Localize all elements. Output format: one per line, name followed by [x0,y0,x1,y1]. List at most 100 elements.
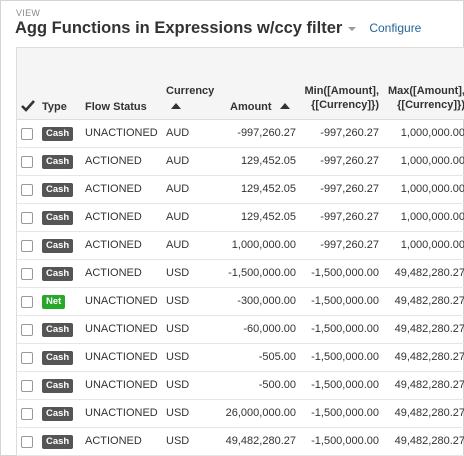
type-badge: Cash [42,267,74,281]
amount-cell: 1,000,000.00 [231,239,296,251]
currency-sort-asc-icon[interactable] [171,103,181,109]
flow-status-cell: UNACTIONED [85,379,158,391]
row-checkbox[interactable] [21,352,33,364]
flow-status-cell: ACTIONED [85,435,142,447]
currency-cell: USD [166,295,190,307]
row-checkbox[interactable] [21,268,33,280]
column-header-amount[interactable]: Amount [230,101,272,113]
max-amount-cell: 49,482,280.27 [394,267,464,279]
view-dropdown-caret-icon[interactable] [348,27,357,31]
amount-cell: 129,452.05 [240,155,296,167]
amount-cell: 129,452.05 [240,183,296,195]
amount-cell: 26,000,000.00 [225,407,296,419]
table-row[interactable]: Net UNACTIONED USD -300,000.00 -1,500,000.00… [17,288,464,316]
flow-status-cell: UNACTIONED [85,407,158,419]
row-checkbox[interactable] [21,128,33,140]
max-amount-cell: 49,482,280.27 [394,435,464,447]
min-amount-cell: -1,500,000.00 [311,407,379,419]
row-checkbox[interactable] [21,408,33,420]
amount-cell: -505.00 [258,351,296,363]
table-row[interactable]: Cash UNACTIONED USD -60,000.00 -1,500,000.00… [17,316,464,344]
table-row[interactable]: Cash UNACTIONED USD -505.00 -1,500,000.00 49,… [17,344,464,372]
type-badge: Cash [42,435,74,449]
max-amount-cell: 49,482,280.27 [394,323,464,335]
currency-cell: USD [166,379,190,391]
currency-cell: USD [166,351,190,363]
row-checkbox[interactable] [21,184,33,196]
column-header-flow-status[interactable]: Flow Status [85,101,147,113]
max-amount-cell: 49,482,280.27 [394,295,464,307]
currency-cell: AUD [166,183,190,195]
max-amount-cell: 49,482,280.27 [394,379,464,391]
table-row[interactable]: Cash UNACTIONED USD -500.00 -1,500,000.00 49,… [17,372,464,400]
configure-link[interactable]: Configure [369,21,421,35]
max-amount-cell: 1,000,000.00 [400,211,464,223]
amount-cell: 129,452.05 [240,211,296,223]
max-amount-cell: 1,000,000.00 [400,127,464,139]
table-row[interactable]: Cash ACTIONED AUD 129,452.05 -997,260.27 1,00… [17,204,464,232]
amount-cell: -60,000.00 [243,323,296,335]
type-badge: Cash [42,323,74,337]
type-badge: Cash [42,407,74,421]
min-header-line1: Min([Amount], [304,85,379,97]
currency-cell: USD [166,323,190,335]
currency-cell: USD [166,435,190,447]
min-amount-cell: -1,500,000.00 [311,351,379,363]
view-title[interactable]: Agg Functions in Expressions w/ccy filte… [15,19,342,38]
table-row[interactable]: Cash ACTIONED AUD 1,000,000.00 -997,260.27 1,… [17,232,464,260]
table-row[interactable]: Cash ACTIONED AUD 129,452.05 -997,260.27 1,00… [17,148,464,176]
currency-cell: AUD [166,211,190,223]
row-checkbox[interactable] [21,212,33,224]
title-row: Agg Functions in Expressions w/ccy filte… [15,17,421,39]
amount-cell: 49,482,280.27 [225,435,296,447]
flow-status-cell: ACTIONED [85,267,142,279]
max-amount-cell: 49,482,280.27 [394,351,464,363]
min-header-line2: {[Currency]}) [311,99,379,111]
max-amount-cell: 1,000,000.00 [400,155,464,167]
table-row[interactable]: Cash UNACTIONED USD 26,000,000.00 -1,500,000… [17,400,464,428]
min-amount-cell: -997,260.27 [320,183,379,195]
max-header-line2: {[Currency]}) [397,99,464,111]
type-badge: Cash [42,379,74,393]
min-amount-cell: -1,500,000.00 [311,435,379,447]
currency-cell: AUD [166,155,190,167]
flow-status-cell: ACTIONED [85,239,142,251]
min-amount-cell: -1,500,000.00 [311,323,379,335]
amount-cell: -997,260.27 [237,127,296,139]
min-amount-cell: -997,260.27 [320,127,379,139]
min-amount-cell: -997,260.27 [320,155,379,167]
row-checkbox[interactable] [21,324,33,336]
row-checkbox[interactable] [21,240,33,252]
select-all-check-icon[interactable] [21,100,35,115]
data-grid: Type Flow Status Currency Amount Min([Am… [16,47,464,456]
type-badge: Cash [42,127,74,141]
type-badge: Cash [42,155,74,169]
currency-cell: USD [166,267,190,279]
table-row[interactable]: Cash ACTIONED AUD 129,452.05 -997,260.27 1,00… [17,176,464,204]
min-amount-cell: -1,500,000.00 [311,295,379,307]
column-header-currency[interactable]: Currency [166,85,214,97]
min-amount-cell: -997,260.27 [320,239,379,251]
table-row[interactable]: Cash ACTIONED USD -1,500,000.00 -1,500,000.0… [17,260,464,288]
flow-status-cell: UNACTIONED [85,295,158,307]
type-badge: Cash [42,183,74,197]
row-checkbox[interactable] [21,156,33,168]
min-amount-cell: -997,260.27 [320,211,379,223]
table-row[interactable]: Cash ACTIONED USD 49,482,280.27 -1,500,000.0… [17,428,464,456]
row-checkbox[interactable] [21,380,33,392]
column-header-type[interactable]: Type [42,101,67,113]
flow-status-cell: ACTIONED [85,155,142,167]
row-checkbox[interactable] [21,436,33,448]
amount-cell: -1,500,000.00 [228,267,296,279]
currency-cell: AUD [166,127,190,139]
amount-sort-asc-icon[interactable] [280,103,290,109]
table-row[interactable]: Cash UNACTIONED AUD -997,260.27 -997,260.27 1… [17,120,464,148]
grid-header: Type Flow Status Currency Amount Min([Am… [17,48,464,120]
column-header-max[interactable]: Max([Amount], {[Currency]}) [388,85,464,111]
max-header-line1: Max([Amount], [388,85,464,97]
flow-status-cell: UNACTIONED [85,351,158,363]
currency-cell: USD [166,407,190,419]
row-checkbox[interactable] [21,296,33,308]
column-header-min[interactable]: Min([Amount], {[Currency]}) [304,85,379,111]
flow-status-cell: ACTIONED [85,183,142,195]
